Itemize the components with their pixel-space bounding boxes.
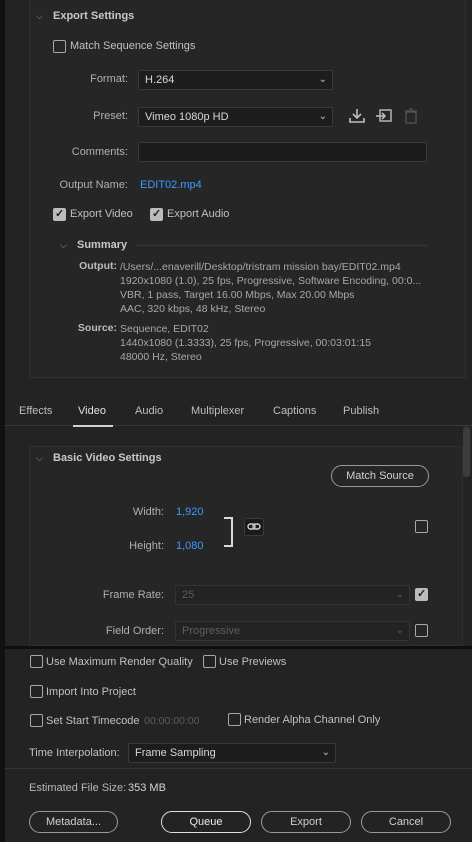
frame-rate-value: 25	[182, 589, 195, 601]
video-collapse-chevron-icon[interactable]: ⌵	[36, 453, 43, 464]
field-order-value: Progressive	[182, 625, 241, 637]
format-label: Format:	[90, 73, 128, 85]
start-timecode-value[interactable]: 00:00:00:00	[144, 715, 199, 727]
output-name-label: Output Name:	[59, 179, 128, 191]
export-audio-checkbox[interactable]	[150, 207, 163, 221]
tab-audio[interactable]: Audio	[135, 405, 163, 417]
frame-rate-label: Frame Rate:	[102, 589, 164, 601]
width-label: Width:	[132, 506, 164, 518]
render-alpha-checkbox[interactable]	[228, 713, 241, 726]
output-name-link[interactable]: EDIT02.mp4	[140, 179, 202, 191]
match-sequence-checkbox[interactable]	[53, 40, 66, 53]
field-order-label: Field Order:	[105, 625, 164, 637]
estimated-size-value: 353 MB	[128, 782, 166, 794]
import-preset-icon[interactable]	[375, 108, 393, 124]
save-preset-icon[interactable]	[348, 108, 366, 124]
preset-dropdown[interactable]: Vimeo 1080p HD ⌄	[138, 107, 333, 127]
format-value: H.264	[145, 74, 175, 86]
export-video-checkbox[interactable]	[53, 207, 66, 221]
export-audio-label: Export Audio	[167, 208, 230, 220]
chevron-down-icon: ⌄	[318, 111, 327, 122]
height-label: Height:	[129, 540, 164, 552]
summary-output-line: 1920x1080 (1.0), 25 fps, Progressive, So…	[120, 275, 422, 287]
tab-publish[interactable]: Publish	[343, 405, 379, 417]
max-render-quality-checkbox[interactable]	[30, 655, 43, 668]
import-project-label: Import Into Project	[46, 686, 136, 698]
queue-button[interactable]: Queue	[161, 811, 251, 833]
collapse-chevron-icon[interactable]: ⌵	[36, 11, 43, 22]
field-order-checkbox[interactable]	[415, 624, 428, 637]
link-chain-icon[interactable]	[244, 518, 264, 536]
time-interpolation-label: Time Interpolation:	[29, 747, 120, 759]
match-source-button[interactable]: Match Source	[331, 465, 429, 487]
summary-output-line: AAC, 320 kbps, 48 kHz, Stereo	[120, 303, 266, 315]
chevron-down-icon: ⌄	[395, 589, 404, 600]
use-previews-label: Use Previews	[219, 656, 287, 668]
summary-output-line: VBR, 1 pass, Target 16.00 Mbps, Max 20.0…	[120, 289, 355, 301]
field-order-dropdown[interactable]: Progressive ⌄	[175, 621, 410, 641]
preset-value: Vimeo 1080p HD	[145, 111, 229, 123]
export-settings-title: Export Settings	[53, 10, 135, 22]
frame-rate-dropdown[interactable]: 25 ⌄	[175, 585, 410, 605]
use-previews-checkbox[interactable]	[203, 655, 216, 668]
summary-title: Summary	[77, 239, 128, 251]
chevron-down-icon: ⌄	[318, 74, 327, 85]
summary-source-block: Sequence, EDIT02 1440x1080 (1.3333), 25 …	[120, 322, 430, 364]
width-value[interactable]: 1,920	[176, 506, 204, 518]
preset-label: Preset:	[93, 110, 128, 122]
summary-source-line: 1440x1080 (1.3333), 25 fps, Progressive,…	[120, 337, 372, 349]
time-interpolation-dropdown[interactable]: Frame Sampling ⌄	[128, 743, 336, 763]
time-interpolation-value: Frame Sampling	[135, 747, 216, 759]
format-dropdown[interactable]: H.264 ⌄	[138, 70, 333, 90]
render-alpha-label: Render Alpha Channel Only	[244, 714, 381, 726]
summary-output-block: /Users/...enaverill/Desktop/tristram mis…	[120, 260, 430, 316]
summary-output-line: /Users/...enaverill/Desktop/tristram mis…	[120, 261, 401, 273]
metadata-button[interactable]: Metadata...	[29, 811, 118, 833]
chevron-down-icon: ⌄	[395, 625, 404, 636]
summary-divider	[137, 245, 427, 246]
set-start-timecode-checkbox[interactable]	[30, 714, 43, 727]
summary-source-line: Sequence, EDIT02	[120, 323, 209, 335]
match-sequence-label: Match Sequence Settings	[70, 40, 196, 52]
height-value[interactable]: 1,080	[176, 540, 204, 552]
max-render-quality-label: Use Maximum Render Quality	[46, 656, 193, 668]
active-tab-indicator	[73, 425, 113, 427]
comments-field[interactable]	[138, 142, 427, 162]
tab-multiplexer[interactable]: Multiplexer	[191, 405, 244, 417]
summary-source-line: 48000 Hz, Stereo	[120, 351, 202, 363]
set-start-timecode-label: Set Start Timecode	[46, 715, 140, 727]
estimated-size-label: Estimated File Size:	[29, 782, 127, 794]
summary-source-label: Source:	[77, 322, 117, 334]
cancel-button[interactable]: Cancel	[361, 811, 451, 833]
scrollbar-thumb[interactable]	[463, 427, 470, 477]
options-divider	[5, 768, 472, 769]
tab-video[interactable]: Video	[78, 405, 106, 417]
resolution-override-checkbox[interactable]	[415, 520, 428, 533]
delete-preset-icon[interactable]	[404, 108, 418, 124]
export-video-label: Export Video	[70, 208, 133, 220]
frame-rate-checkbox[interactable]	[415, 587, 428, 601]
aspect-bracket-icon	[224, 517, 233, 547]
import-project-checkbox[interactable]	[30, 685, 43, 698]
summary-output-label: Output:	[79, 260, 117, 272]
export-button[interactable]: Export	[261, 811, 351, 833]
tab-captions[interactable]: Captions	[273, 405, 316, 417]
summary-chevron-icon[interactable]: ⌵	[60, 240, 67, 251]
tab-effects[interactable]: Effects	[19, 405, 52, 417]
comments-label: Comments:	[71, 146, 128, 158]
basic-video-settings-title: Basic Video Settings	[53, 452, 162, 464]
chevron-down-icon: ⌄	[321, 747, 330, 758]
